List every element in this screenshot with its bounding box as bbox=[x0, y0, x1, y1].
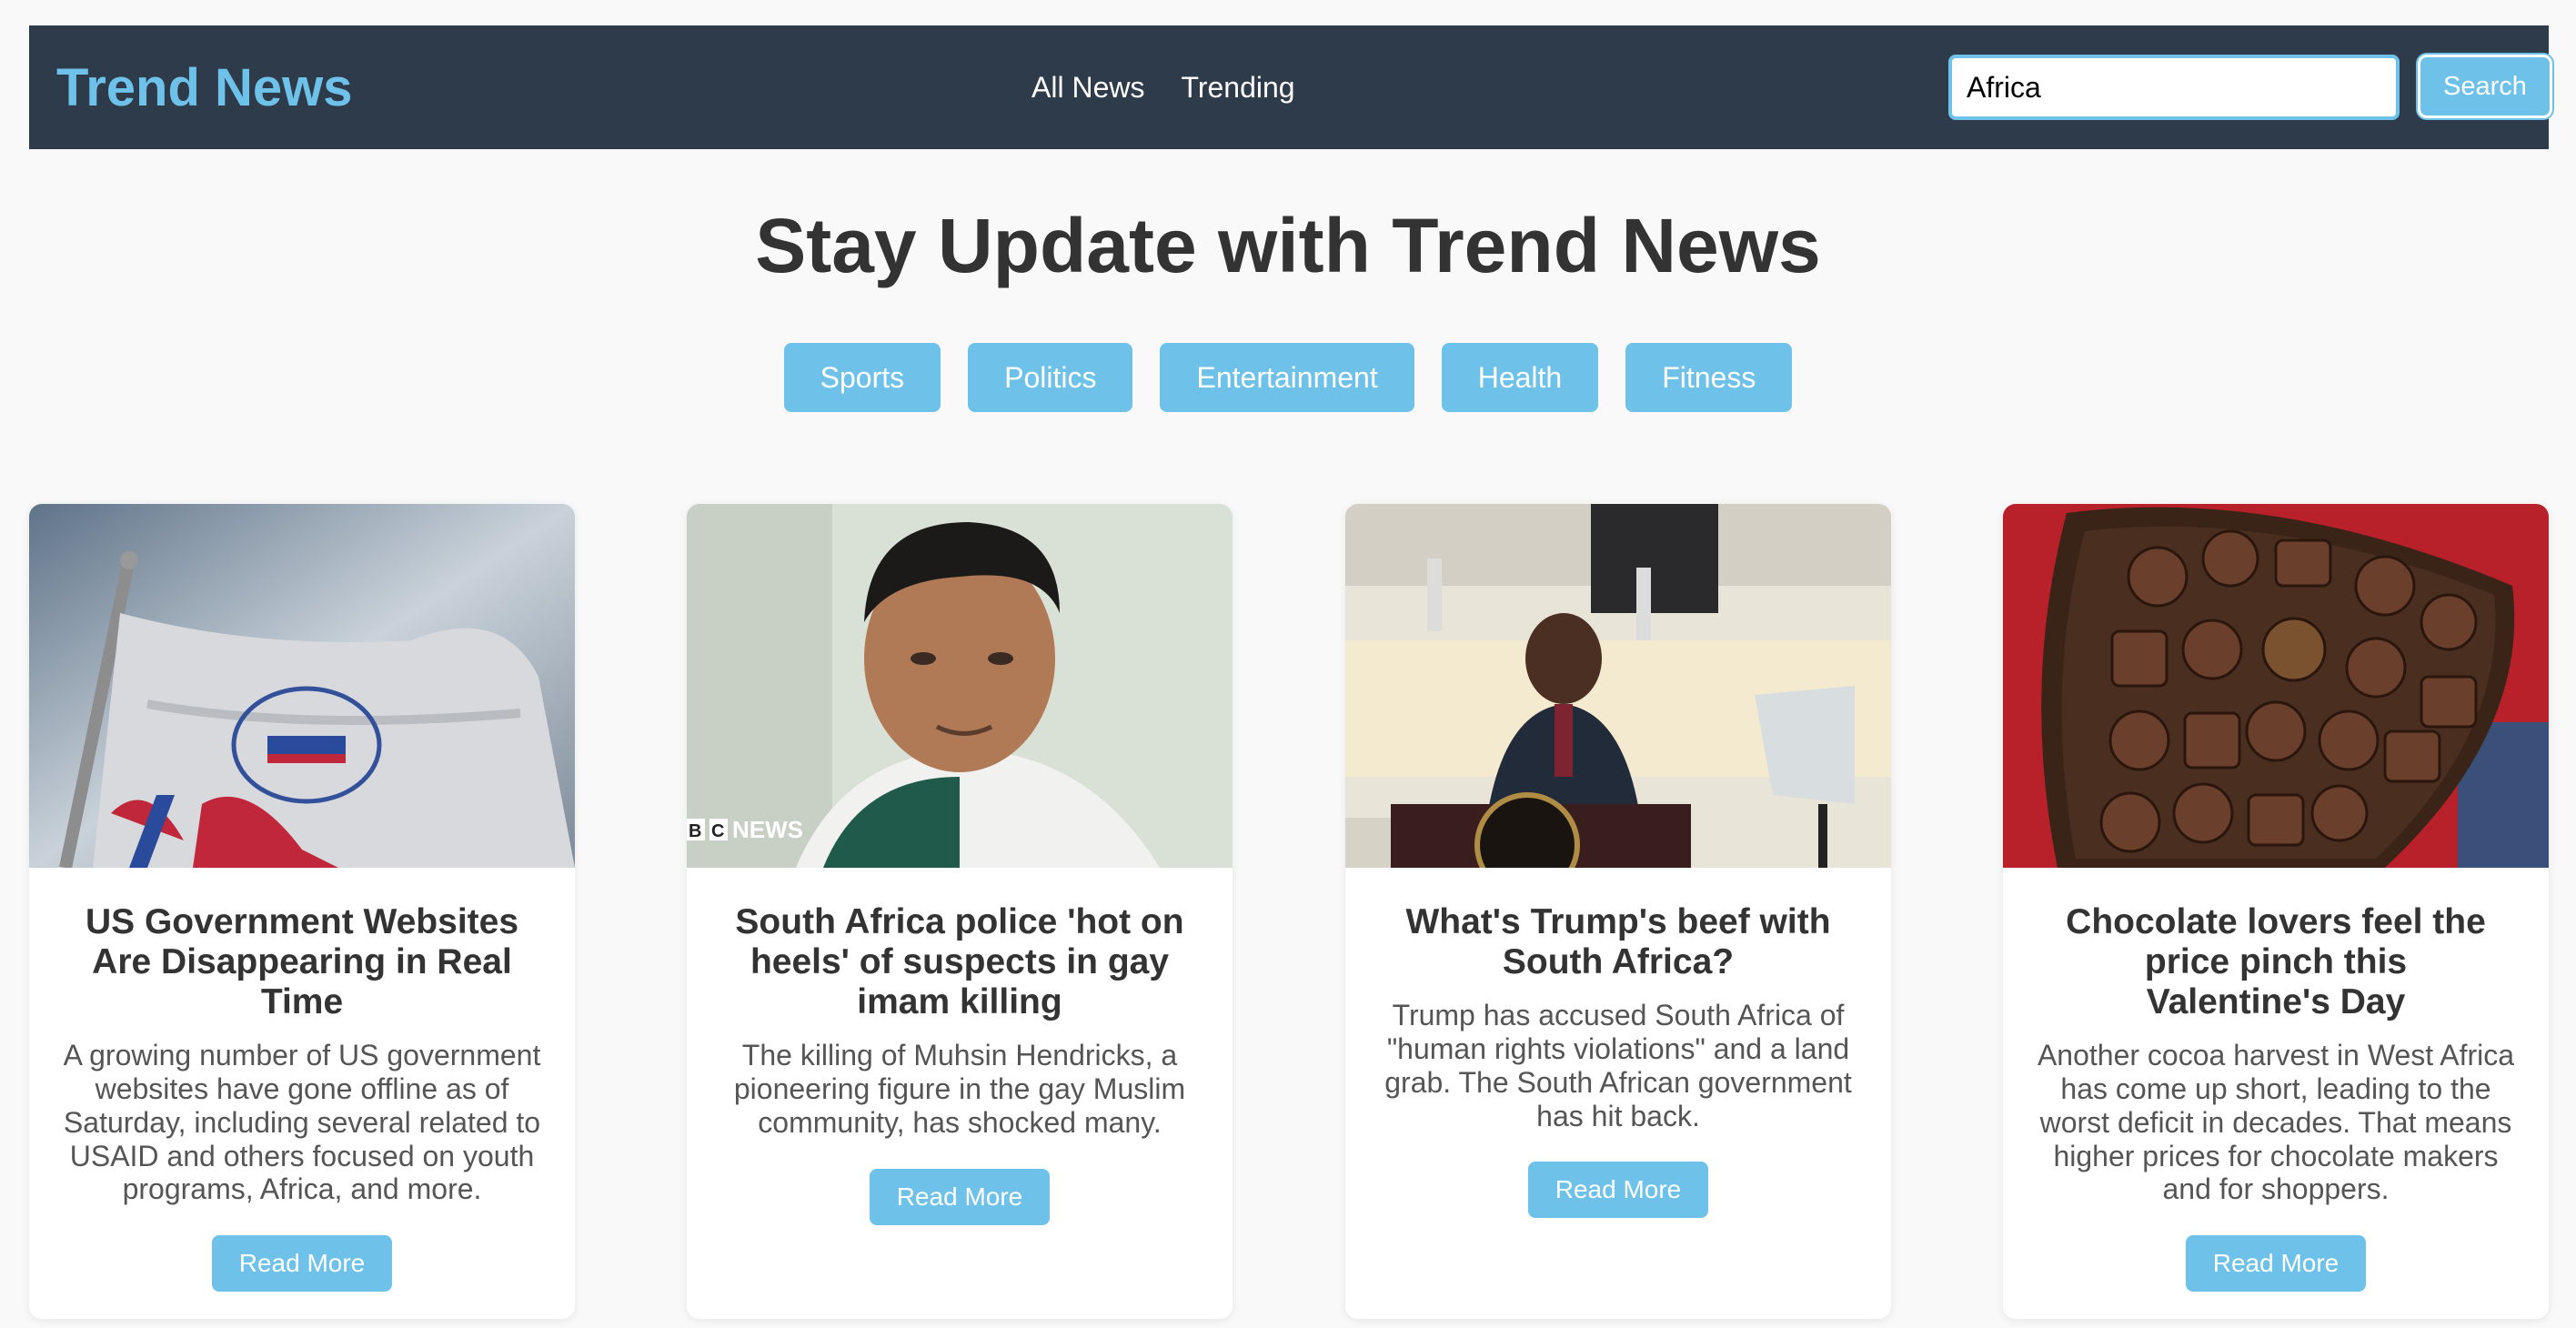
article-title[interactable]: US Government Websites Are Disappearing … bbox=[29, 868, 575, 1022]
category-entertainment-button[interactable]: Entertainment bbox=[1160, 343, 1414, 412]
read-more-button[interactable]: Read More bbox=[1527, 1162, 1709, 1219]
usaid-flag-image[interactable] bbox=[29, 504, 575, 868]
portrait-image[interactable]: B C NEWS bbox=[687, 504, 1233, 868]
speaker-podium-image[interactable] bbox=[1345, 504, 1891, 868]
news-card: What's Trump's beef with South Africa? T… bbox=[1345, 504, 1891, 1319]
news-card: Chocolate lovers feel the price pinch th… bbox=[2003, 504, 2549, 1319]
category-filters: Sports Politics Entertainment Health Fit… bbox=[0, 343, 2576, 412]
svg-text:NEWS: NEWS bbox=[732, 816, 803, 843]
category-sports-button[interactable]: Sports bbox=[783, 343, 941, 412]
nav-links: All News Trending bbox=[1031, 71, 1295, 105]
search-input[interactable] bbox=[1948, 55, 2400, 120]
search-button[interactable]: Search bbox=[2418, 55, 2552, 118]
read-more-button[interactable]: Read More bbox=[2185, 1235, 2367, 1293]
read-more-button[interactable]: Read More bbox=[211, 1235, 393, 1293]
article-description: The killing of Muhsin Hendricks, a pione… bbox=[733, 1039, 1186, 1139]
category-fitness-button[interactable]: Fitness bbox=[1625, 343, 1793, 412]
hero-title: Stay Update with Trend News bbox=[755, 203, 1821, 288]
navbar: Trend News All News Trending Search bbox=[29, 25, 2552, 149]
article-title[interactable]: South Africa police 'hot on heels' of su… bbox=[687, 868, 1233, 1022]
news-card: US Government Websites Are Disappearing … bbox=[29, 504, 575, 1319]
nav-link-trending[interactable]: Trending bbox=[1181, 71, 1294, 105]
svg-text:C: C bbox=[711, 821, 724, 841]
svg-text:B: B bbox=[689, 821, 701, 841]
chocolate-box-image[interactable] bbox=[2003, 504, 2549, 868]
news-card: B C NEWS South Africa police 'hot on hee… bbox=[687, 504, 1233, 1319]
brand-logo[interactable]: Trend News bbox=[56, 57, 353, 118]
nav-link-all-news[interactable]: All News bbox=[1031, 71, 1144, 105]
article-description: Another cocoa harvest in West Africa has… bbox=[2037, 1039, 2515, 1206]
category-politics-button[interactable]: Politics bbox=[968, 343, 1133, 412]
category-health-button[interactable]: Health bbox=[1441, 343, 1599, 412]
article-title[interactable]: Chocolate lovers feel the price pinch th… bbox=[2003, 868, 2549, 1022]
article-title[interactable]: What's Trump's beef with South Africa? bbox=[1345, 868, 1891, 982]
article-description: A growing number of US government websit… bbox=[63, 1039, 541, 1206]
read-more-button[interactable]: Read More bbox=[869, 1168, 1051, 1225]
article-description: Trump has accused South Africa of "human… bbox=[1384, 999, 1852, 1132]
